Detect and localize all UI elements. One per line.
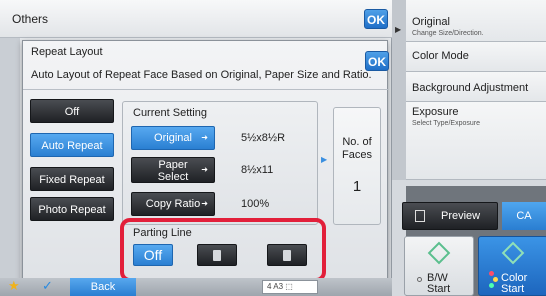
background-adjustment-item[interactable]: Background Adjustment bbox=[406, 72, 546, 102]
exposure-sub: Select Type/Exposure bbox=[412, 120, 480, 127]
copy-ratio-label: Copy Ratio bbox=[145, 198, 201, 210]
copy-ratio-value: 100% bbox=[241, 198, 270, 210]
color-mode-title: Color Mode bbox=[412, 50, 469, 62]
left-strip bbox=[0, 38, 20, 278]
original-value: 5½x8½R bbox=[241, 132, 286, 144]
preview-label: Preview bbox=[441, 210, 481, 222]
divider bbox=[23, 89, 389, 90]
parting-line-highlight bbox=[120, 218, 326, 282]
bw-dot-icon bbox=[417, 277, 422, 282]
arrow-right-icon: ➜ bbox=[201, 165, 208, 174]
paper-select-button[interactable]: Paper Select ➜ bbox=[131, 157, 215, 183]
color-dot-red-icon bbox=[489, 271, 494, 276]
original-item-title: Original bbox=[412, 16, 450, 28]
color-start-label: Color Start bbox=[501, 273, 527, 295]
paper-select-value: 8½x11 bbox=[241, 164, 274, 176]
start-diamond-icon bbox=[427, 241, 451, 265]
background-adjustment-title: Background Adjustment bbox=[412, 82, 529, 94]
original-setting-item[interactable]: Original Change Size/Direction. bbox=[406, 0, 546, 42]
bottom-bar: ★ ✓ Back 4 A3 ⬚ bbox=[0, 278, 392, 296]
color-start-button[interactable]: Color Start bbox=[478, 236, 546, 296]
mode-off-button[interactable]: Off bbox=[30, 99, 114, 123]
preview-icon bbox=[415, 210, 425, 222]
original-item-sub: Change Size/Direction. bbox=[412, 30, 484, 37]
color-mode-item[interactable]: Color Mode bbox=[406, 42, 546, 72]
back-button[interactable]: Back bbox=[70, 278, 136, 296]
color-dot-green-icon bbox=[489, 283, 494, 288]
dialog-ok-button[interactable]: OK bbox=[365, 51, 389, 71]
mode-auto-repeat-button[interactable]: Auto Repeat bbox=[30, 133, 114, 157]
bw-start-button[interactable]: B/W Start bbox=[404, 236, 474, 296]
faces-count: 1 bbox=[352, 178, 362, 195]
no-of-faces-panel: No. of Faces 1 bbox=[333, 107, 381, 225]
expand-arrow-icon: ▶ bbox=[395, 25, 402, 34]
arrow-right-icon: ➜ bbox=[201, 133, 208, 142]
others-titlebar: Others OK bbox=[0, 0, 392, 38]
original-button[interactable]: Original ➜ bbox=[131, 126, 215, 150]
right-panel-tab[interactable]: ▶ bbox=[392, 0, 406, 180]
mode-photo-repeat-button[interactable]: Photo Repeat bbox=[30, 197, 114, 221]
page-indicator: 4 A3 ⬚ bbox=[262, 280, 318, 294]
connector-arrow-icon: ▶ bbox=[321, 155, 328, 164]
copy-ratio-button[interactable]: Copy Ratio ➜ bbox=[131, 192, 215, 216]
bw-start-word: Start bbox=[427, 283, 451, 295]
current-setting-label: Current Setting bbox=[133, 107, 207, 119]
color-dot-yellow-icon bbox=[493, 277, 498, 282]
star-icon[interactable]: ★ bbox=[8, 278, 20, 294]
mode-fixed-repeat-button[interactable]: Fixed Repeat bbox=[30, 167, 114, 191]
others-title: Others bbox=[12, 12, 49, 26]
others-ok-button[interactable]: OK bbox=[364, 9, 388, 29]
original-button-label: Original bbox=[154, 132, 192, 144]
paper-select-label: Paper Select bbox=[157, 159, 189, 183]
check-icon[interactable]: ✓ bbox=[42, 278, 53, 294]
bw-start-label: B/W Start bbox=[427, 273, 450, 295]
ca-button[interactable]: CA bbox=[502, 202, 546, 230]
preview-button[interactable]: Preview bbox=[402, 202, 498, 230]
start-diamond-icon bbox=[501, 241, 525, 265]
current-setting-panel: Current Setting Original ➜ 5½x8½R Paper … bbox=[122, 101, 318, 225]
dialog-title: Repeat Layout bbox=[31, 46, 103, 58]
color-start-word: Start bbox=[501, 283, 525, 295]
dialog-description: Auto Layout of Repeat Face Based on Orig… bbox=[31, 69, 372, 81]
exposure-title: Exposure bbox=[412, 106, 459, 118]
arrow-right-icon: ➜ bbox=[201, 199, 208, 208]
faces-label: No. of Faces bbox=[342, 136, 372, 161]
exposure-item[interactable]: Exposure Select Type/Exposure bbox=[406, 102, 546, 180]
